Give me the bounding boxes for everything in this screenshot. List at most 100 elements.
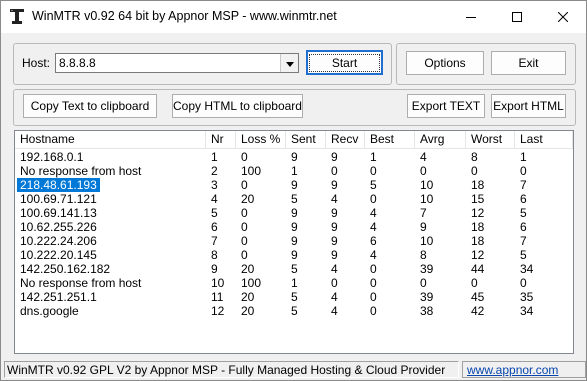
minimize-button[interactable]	[448, 1, 494, 33]
cell-recv: 4	[331, 304, 338, 318]
cell-loss: 0	[241, 248, 248, 262]
cell-worst: 12	[471, 248, 485, 262]
selected-hostname[interactable]: 218.48.61.193	[17, 178, 100, 192]
close-button[interactable]	[540, 1, 586, 33]
cell-worst: 0	[471, 276, 478, 290]
cell-worst: 8	[471, 150, 478, 164]
cell-last: 7	[520, 178, 527, 192]
cell-hostname: 10.62.255.226	[20, 220, 97, 234]
cell-nr: 12	[211, 304, 225, 318]
table-row[interactable]: 192.168.0.1 1 0 9 9 1 4 8 1	[15, 150, 573, 164]
copy-html-label: Copy HTML to clipboard	[173, 99, 302, 113]
cell-hostname: No response from host	[20, 164, 142, 178]
cell-hostname: 100.69.141.13	[20, 206, 97, 220]
close-icon	[558, 12, 568, 22]
table-row[interactable]: 100.69.141.13 5 0 9 9 4 7 12 5	[15, 206, 573, 220]
cell-worst: 12	[471, 206, 485, 220]
cell-nr: 10	[211, 276, 225, 290]
column-header-avrg[interactable]: Avrg	[415, 131, 466, 148]
cell-last: 35	[520, 290, 534, 304]
cell-recv: 4	[331, 290, 338, 304]
host-combobox[interactable]: 8.8.8.8	[55, 53, 299, 73]
table-row[interactable]: dns.google 12 20 5 4 0 38 42 34	[15, 304, 573, 318]
column-header-hostname[interactable]: Hostname	[15, 131, 206, 148]
cell-sent: 9	[291, 234, 298, 248]
table-row[interactable]: 142.250.162.182 9 20 5 4 0 39 44 34	[15, 262, 573, 276]
host-input[interactable]: 8.8.8.8	[59, 56, 96, 70]
cell-last: 6	[520, 192, 527, 206]
cell-last: 0	[520, 276, 527, 290]
cell-last: 34	[520, 304, 534, 318]
results-table[interactable]: Hostname Nr Loss % Sent Recv Best Avrg Worst Las…	[14, 130, 574, 354]
table-row[interactable]: No response from host 10 100 1 0 0 0 0 0	[15, 276, 573, 290]
exit-button[interactable]: Exit	[491, 51, 566, 75]
copy-text-button[interactable]: Copy Text to clipboard	[23, 94, 157, 118]
cell-loss: 20	[241, 262, 255, 276]
cell-sent: 9	[291, 220, 298, 234]
table-row[interactable]: 10.62.255.226 6 0 9 9 4 9 18 6	[15, 220, 573, 234]
cell-worst: 42	[471, 304, 485, 318]
cell-avrg: 0	[420, 276, 427, 290]
cell-hostname: 10.222.24.206	[20, 234, 97, 248]
cell-loss: 0	[241, 150, 248, 164]
table-row[interactable]: 100.69.71.121 4 20 5 4 0 10 15 6	[15, 192, 573, 206]
cell-worst: 18	[471, 220, 485, 234]
cell-avrg: 9	[420, 220, 427, 234]
exit-label: Exit	[518, 56, 539, 70]
maximize-button[interactable]	[494, 1, 540, 33]
cell-best: 5	[370, 178, 377, 192]
column-header-loss[interactable]: Loss %	[236, 131, 286, 148]
cell-hostname: dns.google	[20, 304, 79, 318]
cell-last: 7	[520, 234, 527, 248]
cell-nr: 11	[211, 290, 224, 304]
column-header-last[interactable]: Last	[515, 131, 573, 148]
cell-recv: 0	[331, 276, 338, 290]
column-header-worst[interactable]: Worst	[466, 131, 515, 148]
cell-worst: 15	[471, 192, 485, 206]
cell-last: 5	[520, 206, 527, 220]
cell-sent: 5	[291, 192, 298, 206]
cell-avrg: 38	[420, 304, 434, 318]
cell-loss: 100	[241, 164, 262, 178]
cell-sent: 5	[291, 262, 298, 276]
table-row[interactable]: 10.222.24.206 7 0 9 9 6 10 18 7	[15, 234, 573, 248]
export-text-label: Export TEXT	[411, 99, 481, 113]
cell-nr: 3	[211, 178, 218, 192]
options-button[interactable]: Options	[406, 51, 484, 75]
cell-recv: 9	[331, 206, 338, 220]
appnor-link[interactable]: www.appnor.com	[462, 361, 586, 378]
table-row[interactable]: 218.48.61.193 3 0 9 9 5 10 18 7	[15, 178, 573, 192]
export-html-label: Export HTML	[493, 99, 564, 113]
cell-nr: 1	[211, 150, 218, 164]
start-button[interactable]: Start	[306, 50, 383, 75]
copy-html-button[interactable]: Copy HTML to clipboard	[172, 94, 303, 118]
cell-best: 4	[370, 248, 377, 262]
table-row[interactable]: 10.222.20.145 8 0 9 9 4 8 12 5	[15, 248, 573, 262]
column-header-nr[interactable]: Nr	[206, 131, 236, 148]
export-text-button[interactable]: Export TEXT	[407, 94, 485, 118]
cell-nr: 7	[211, 234, 218, 248]
cell-sent: 9	[291, 248, 298, 262]
cell-loss: 0	[241, 220, 248, 234]
cell-avrg: 39	[420, 262, 434, 276]
host-dropdown-button[interactable]	[280, 54, 298, 72]
cell-hostname: 142.250.162.182	[20, 262, 111, 276]
cell-recv: 0	[331, 164, 338, 178]
export-html-button[interactable]: Export HTML	[491, 94, 566, 118]
table-row[interactable]: 142.251.251.1 11 20 5 4 0 39 45 35	[15, 290, 573, 304]
cell-best: 0	[370, 262, 377, 276]
table-row[interactable]: No response from host 2 100 1 0 0 0 0 0	[15, 164, 573, 178]
title-bar[interactable]: WinMTR v0.92 64 bit by Appnor MSP - www.…	[1, 1, 586, 33]
window-title: WinMTR v0.92 64 bit by Appnor MSP - www.…	[32, 9, 337, 23]
column-header-sent[interactable]: Sent	[286, 131, 326, 148]
cell-loss: 0	[241, 206, 248, 220]
cell-sent: 1	[291, 164, 298, 178]
cell-avrg: 39	[420, 290, 434, 304]
cell-avrg: 10	[420, 234, 434, 248]
cell-recv: 4	[331, 262, 338, 276]
column-header-best[interactable]: Best	[365, 131, 415, 148]
column-header-recv[interactable]: Recv	[326, 131, 365, 148]
cell-best: 4	[370, 220, 377, 234]
cell-best: 0	[370, 290, 377, 304]
cell-recv: 4	[331, 192, 338, 206]
